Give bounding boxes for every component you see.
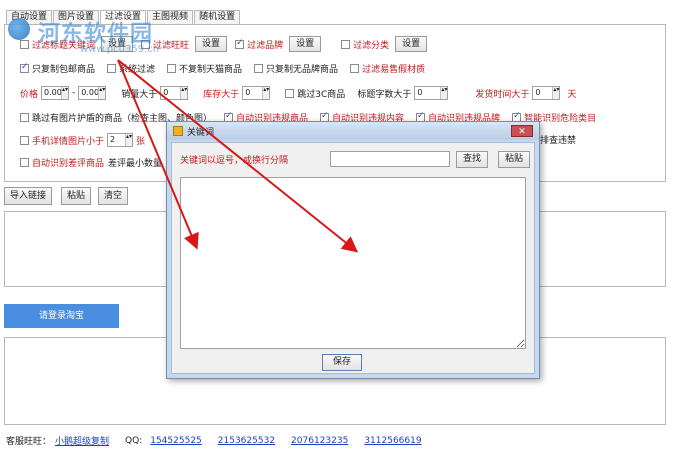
qq-link-1[interactable]: 154525525 <box>150 436 202 446</box>
spinner-icon[interactable]: ▴▾ <box>552 87 559 99</box>
filter-row-2: 只复制包邮商品 系统过滤 不复制天猫商品 只复制无品牌商品 过滤易售假材质 <box>20 62 425 75</box>
category-filter-checkbox[interactable] <box>341 39 351 49</box>
sales-input[interactable]: 0 ▴▾ <box>160 86 189 100</box>
spinner-icon[interactable]: ▴▾ <box>125 134 132 146</box>
mobile-detail-checkbox[interactable] <box>20 135 29 145</box>
price-max-input[interactable]: 0.00 ▴▾ <box>78 86 107 100</box>
ship-time-input[interactable]: 0 ▴▾ <box>532 86 561 100</box>
title-length-label: 标题字数大于 <box>357 89 412 100</box>
filter-row-6: 自动识别差评商品 差评最小数量 <box>20 156 162 169</box>
dialog-body: 关键词以逗号，或换行分隔 查找 粘贴 保存 <box>171 142 535 374</box>
qq-link-2[interactable]: 2153625532 <box>218 436 275 446</box>
save-button[interactable]: 保存 <box>322 354 363 371</box>
bad-review-min-label: 差评最小数量 <box>108 159 163 169</box>
wangwang-label: 客服旺旺： <box>6 437 52 447</box>
days-label: 天 <box>567 89 577 100</box>
brand-filter-checkbox[interactable] <box>235 38 245 49</box>
filter-banned-label[interactable]: 排查违禁 <box>540 133 576 146</box>
wangwang-setup-button[interactable]: 设置 <box>195 36 228 52</box>
bad-review-label: 自动识别差评商品 <box>32 159 105 169</box>
free-shipping-label: 只复制包邮商品 <box>32 65 96 75</box>
qq-label: QQ: <box>125 435 143 446</box>
ship-time-label: 发货时间大于 <box>475 89 530 100</box>
tab-main-video[interactable]: 主图视频 <box>147 10 194 24</box>
skip-shield-checkbox[interactable] <box>20 113 29 122</box>
category-setup-button[interactable]: 设置 <box>395 36 428 52</box>
qq-link-3[interactable]: 2076123235 <box>291 436 348 446</box>
unit-label: 张 <box>136 136 146 147</box>
find-button[interactable]: 查找 <box>456 151 489 168</box>
tab-random-settings[interactable]: 随机设置 <box>194 10 241 24</box>
mobile-detail-input[interactable]: 2 ▴▾ <box>107 133 134 147</box>
import-link-button[interactable]: 导入链接 <box>4 187 53 205</box>
spinner-icon[interactable]: ▴▾ <box>61 87 68 99</box>
sales-label: 销量大于 <box>121 89 158 100</box>
stock-input[interactable]: 0 ▴▾ <box>242 86 271 100</box>
price-dash: - <box>72 88 76 98</box>
price-min-input[interactable]: 0.00 ▴▾ <box>41 86 70 100</box>
title-length-value: 0 <box>417 88 423 97</box>
mobile-detail-label: 手机详情图片小于 <box>32 136 105 147</box>
price-max-value: 0.00 <box>81 88 100 97</box>
title-length-input[interactable]: 0 ▴▾ <box>414 86 449 100</box>
mobile-detail-value: 2 <box>110 135 116 144</box>
login-taobao-button[interactable]: 请登录淘宝 <box>4 304 119 328</box>
skip-3c-checkbox[interactable] <box>285 88 295 98</box>
no-brand-only-checkbox[interactable] <box>254 64 264 73</box>
spinner-icon[interactable]: ▴▾ <box>262 87 269 99</box>
dialog-paste-button[interactable]: 粘贴 <box>498 151 531 168</box>
no-tmall-label: 不复制天猫商品 <box>179 65 243 75</box>
category-filter-label: 过滤分类 <box>353 40 390 51</box>
dialog-hint: 关键词以逗号，或换行分隔 <box>180 156 289 166</box>
price-label: 价格 <box>20 89 39 100</box>
spinner-icon[interactable]: ▴▾ <box>98 87 105 99</box>
no-tmall-checkbox[interactable] <box>167 64 177 73</box>
keyword-textarea[interactable] <box>180 177 526 349</box>
watermark-logo-icon <box>8 18 30 40</box>
dialog-title-bar[interactable]: 关键词 <box>167 122 539 140</box>
dialog-title: 关键词 <box>187 127 215 138</box>
wangwang-link[interactable]: 小鹅超级复制 <box>55 434 109 447</box>
skip-3c-label: 跳过3C商品 <box>297 89 346 100</box>
easy-banned-label: 过滤易售假材质 <box>362 65 426 75</box>
system-filter-label: 系统过滤 <box>119 65 156 75</box>
system-filter-checkbox[interactable] <box>107 64 117 73</box>
stock-value: 0 <box>245 88 251 97</box>
spinner-icon[interactable]: ▴▾ <box>180 87 187 99</box>
banned-check-row: 排查违禁 <box>540 133 576 146</box>
easy-banned-checkbox[interactable] <box>350 64 360 73</box>
paste-button[interactable]: 粘贴 <box>61 187 92 205</box>
free-shipping-checkbox[interactable] <box>20 62 29 73</box>
stock-label: 库存大于 <box>203 89 240 100</box>
keyword-search-input[interactable] <box>330 151 450 167</box>
spinner-icon[interactable]: ▴▾ <box>440 87 447 99</box>
clear-button[interactable]: 清空 <box>98 187 129 205</box>
watermark-url: www.pc0359.cn <box>80 44 160 55</box>
dialog-app-icon <box>173 126 183 136</box>
brand-setup-button[interactable]: 设置 <box>289 36 322 52</box>
filter-row-3: 价格 0.00 ▴▾ - 0.00 ▴▾ 销量大于 0 ▴▾ 库存大于 0 ▴▾ 跳过3… <box>20 86 576 100</box>
sales-value: 0 <box>163 88 169 97</box>
ship-time-value: 0 <box>535 88 541 97</box>
price-min-value: 0.00 <box>44 88 62 97</box>
no-brand-only-label: 只复制无品牌商品 <box>266 65 339 75</box>
footer: 客服旺旺： 小鹅超级复制 QQ: 154525525 2153625532 20… <box>6 434 438 448</box>
keyword-dialog: 关键词 ✕ 关键词以逗号，或换行分隔 查找 粘贴 保存 <box>166 121 540 379</box>
filter-row-5: 手机详情图片小于 2 ▴▾ 张 <box>20 133 145 147</box>
brand-filter-label: 过滤品牌 <box>247 40 284 51</box>
close-icon[interactable]: ✕ <box>511 125 533 137</box>
title-keyword-checkbox[interactable] <box>20 39 29 49</box>
bad-review-checkbox[interactable] <box>20 158 29 167</box>
qq-link-4[interactable]: 3112566619 <box>364 436 421 446</box>
